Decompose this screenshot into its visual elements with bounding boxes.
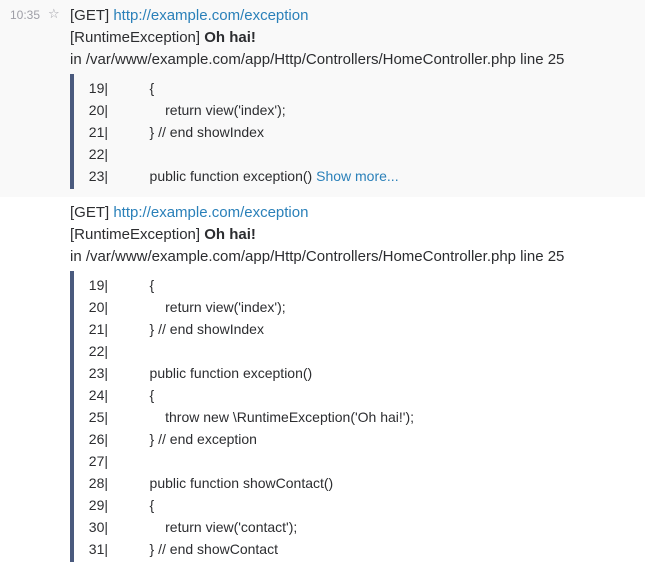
line-number: 21| <box>88 124 108 140</box>
line-number: 20| <box>88 102 108 118</box>
code-line: 25| throw new \RuntimeException('Oh hai!… <box>86 406 645 428</box>
code-line: 27| <box>86 450 645 472</box>
code-text: { <box>134 277 155 293</box>
line-number: 31| <box>88 541 108 557</box>
code-line: 22| <box>86 340 645 362</box>
line-number: 28| <box>88 475 108 491</box>
code-text: } // end showIndex <box>134 321 264 337</box>
code-text: } // end showContact <box>134 541 278 557</box>
message-gutter: 10:35 ☆ <box>0 6 66 24</box>
exception-class: [RuntimeException] <box>70 226 201 243</box>
code-line: 26| } // end exception <box>86 428 645 450</box>
line-number: 20| <box>88 299 108 315</box>
code-text: } // end showIndex <box>134 124 264 140</box>
code-line: 21| } // end showIndex <box>86 318 645 340</box>
code-text: public function exception() Show more... <box>134 165 399 187</box>
code-line: 22| <box>86 143 645 165</box>
line-number: 23| <box>88 365 108 381</box>
exception-line: [RuntimeException] Oh hai! <box>70 27 645 49</box>
request-url-link[interactable]: http://example.com/exception <box>113 7 308 24</box>
code-line: 23| public function exception() <box>86 362 645 384</box>
line-number: 26| <box>88 431 108 447</box>
code-line: 20| return view('index'); <box>86 99 645 121</box>
message-2: [GET] http://example.com/exception [Runt… <box>0 197 645 570</box>
http-method: [GET] <box>70 204 110 221</box>
timestamp[interactable]: 10:35 <box>10 7 40 23</box>
code-line: 19| { <box>86 77 645 99</box>
code-text: public function exception() <box>134 365 313 381</box>
line-number: 21| <box>88 321 108 337</box>
line-number: 24| <box>88 387 108 403</box>
line-number: 22| <box>88 146 108 162</box>
code-line: 28| public function showContact() <box>86 472 645 494</box>
exception-message: Oh hai! <box>204 226 256 243</box>
code-line: 31| } // end showContact <box>86 538 645 560</box>
show-more-link[interactable]: Show more... <box>316 168 398 184</box>
code-text: throw new \RuntimeException('Oh hai!'); <box>134 409 415 425</box>
code-text: { <box>134 80 155 96</box>
code-text-content: public function exception() <box>134 168 313 184</box>
line-number: 30| <box>88 519 108 535</box>
code-line: 24| { <box>86 384 645 406</box>
code-line: 20| return view('index'); <box>86 296 645 318</box>
code-text: return view('contact'); <box>134 519 298 535</box>
request-url-link[interactable]: http://example.com/exception <box>113 204 308 221</box>
line-number: 29| <box>88 497 108 513</box>
code-text: { <box>134 387 155 403</box>
code-line: 29| { <box>86 494 645 516</box>
http-method: [GET] <box>70 7 110 24</box>
code-text: public function showContact() <box>134 475 334 491</box>
code-text: { <box>134 497 155 513</box>
code-line: 23| public function exception() Show mor… <box>86 165 645 187</box>
code-line: 30| return view('contact'); <box>86 516 645 538</box>
code-text: } // end exception <box>134 431 257 447</box>
code-line: 21| } // end showIndex <box>86 121 645 143</box>
exception-location: in /var/www/example.com/app/Http/Control… <box>70 51 565 68</box>
line-number: 19| <box>88 80 108 96</box>
line-number: 23| <box>88 168 108 184</box>
exception-line: [RuntimeException] Oh hai! <box>70 224 645 246</box>
code-text: return view('index'); <box>134 102 286 118</box>
line-number: 22| <box>88 343 108 359</box>
code-line: 19| { <box>86 274 645 296</box>
code-text: return view('index'); <box>134 299 286 315</box>
line-number: 19| <box>88 277 108 293</box>
exception-location: in /var/www/example.com/app/Http/Control… <box>70 248 565 265</box>
line-number: 27| <box>88 453 108 469</box>
message-1: 10:35 ☆ [GET] http://example.com/excepti… <box>0 0 645 197</box>
exception-class: [RuntimeException] <box>70 29 201 46</box>
exception-message: Oh hai! <box>204 29 256 46</box>
request-line: [GET] http://example.com/exception <box>70 202 645 224</box>
line-number: 25| <box>88 409 108 425</box>
request-line: [GET] http://example.com/exception <box>70 5 645 27</box>
code-snippet: 19| { 20| return view('index'); 21| } //… <box>70 74 645 189</box>
star-icon[interactable]: ☆ <box>48 6 60 22</box>
code-snippet: 19| { 20| return view('index'); 21| } //… <box>70 271 645 562</box>
